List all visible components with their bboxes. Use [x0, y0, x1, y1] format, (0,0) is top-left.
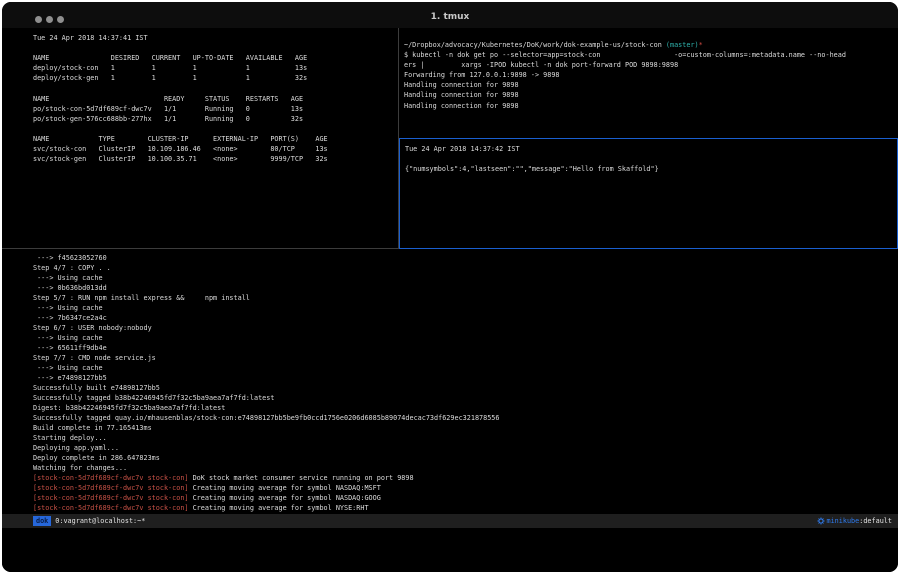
pod-log-prefix: [stock-con-5d7df689cf-dwc7v stock-con] [33, 494, 189, 502]
build-log: ---> f45623052760 Step 4/7 : COPY . . --… [33, 253, 898, 473]
pod-log-line: [stock-con-5d7df689cf-dwc7v stock-con] C… [33, 493, 898, 503]
pod-log-message: Creating moving average for symbol NASDA… [189, 494, 381, 502]
pod-log-message: Creating moving average for symbol NYSE:… [189, 504, 369, 512]
shell-cwd: ~/Dropbox/advocacy/Kubernetes/DoK/work/d… [404, 41, 666, 49]
terminal-window: 1. tmux Tue 24 Apr 2018 14:37:41 IST NAM… [2, 2, 898, 572]
pod-log-line: [stock-con-5d7df689cf-dwc7v stock-con] C… [33, 503, 898, 513]
titlebar: 1. tmux [2, 2, 898, 28]
shell-output: $ kubectl -n dok get po --selector=app=s… [404, 50, 898, 111]
pod-log-line: [stock-con-5d7df689cf-dwc7v stock-con] D… [33, 473, 898, 483]
shell-prompt-line: ~/Dropbox/advocacy/Kubernetes/DoK/work/d… [404, 40, 898, 50]
pane-curl-output[interactable]: Tue 24 Apr 2018 14:37:42 IST {"numsymbol… [399, 139, 898, 249]
pod-log-prefix: [stock-con-5d7df689cf-dwc7v stock-con] [33, 474, 189, 482]
empty-terminal-area [2, 528, 898, 572]
tmux-status-bar: dok 0:vagrant@localhost:~* minikube :def… [2, 514, 898, 528]
kube-context: minikube [817, 517, 860, 525]
tmux-window-item[interactable]: 0:vagrant@localhost:~* [55, 517, 145, 525]
pod-log-message: Creating moving average for symbol NASDA… [189, 484, 381, 492]
curl-output-text: Tue 24 Apr 2018 14:37:42 IST {"numsymbol… [405, 144, 897, 174]
pane-shell[interactable]: ~/Dropbox/advocacy/Kubernetes/DoK/work/d… [399, 28, 898, 139]
pod-log-message: DoK stock market consumer service runnin… [189, 474, 414, 482]
pod-log-prefix: [stock-con-5d7df689cf-dwc7v stock-con] [33, 504, 189, 512]
window-title: 1. tmux [2, 2, 898, 28]
kubectl-watch-output: Tue 24 Apr 2018 14:37:41 IST NAME DESIRE… [33, 33, 398, 164]
pane-skaffold-log[interactable]: ---> f45623052760 Step 4/7 : COPY . . --… [2, 249, 898, 514]
kubernetes-wheel-icon [817, 517, 825, 525]
pane-kubectl-watch[interactable]: Tue 24 Apr 2018 14:37:41 IST NAME DESIRE… [2, 28, 399, 249]
kube-namespace: :default [859, 517, 892, 525]
kube-context-name: minikube [827, 517, 860, 525]
tmux-session-badge: dok [33, 516, 51, 526]
git-branch: (master) [666, 41, 699, 49]
pod-log-line: [stock-con-5d7df689cf-dwc7v stock-con] C… [33, 483, 898, 493]
git-dirty-flag: * [699, 41, 703, 49]
pod-log-prefix: [stock-con-5d7df689cf-dwc7v stock-con] [33, 484, 189, 492]
